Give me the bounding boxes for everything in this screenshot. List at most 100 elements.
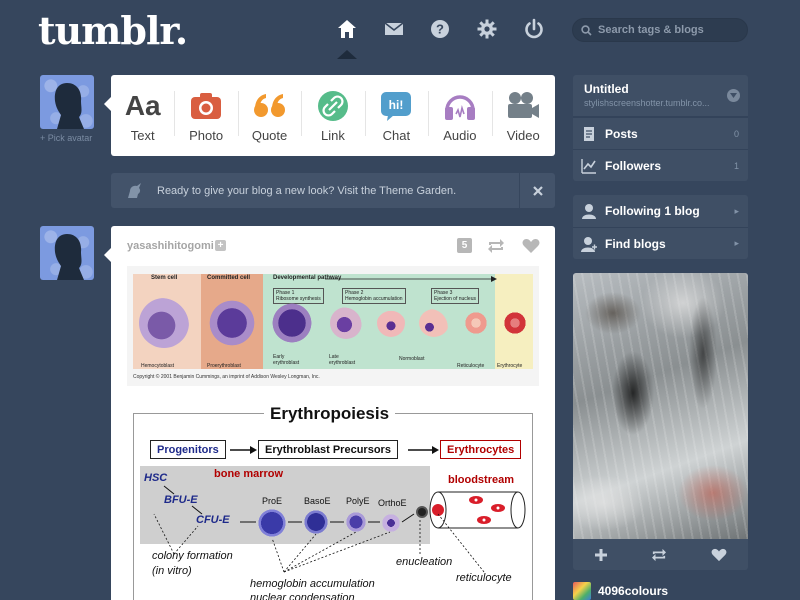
normoblast-cell: [377, 309, 405, 337]
person-icon: [582, 204, 596, 219]
proerythroblast-cell: [209, 300, 255, 346]
post-type-label: Link: [321, 128, 345, 143]
blog-switcher-button[interactable]: [727, 89, 740, 102]
sidebar-item-posts[interactable]: Posts 0: [573, 117, 748, 149]
notice-text[interactable]: Ready to give your blog a new look? Visi…: [157, 185, 456, 197]
post-type-link[interactable]: Link: [301, 75, 364, 156]
close-icon: [532, 185, 543, 196]
erythrocyte-label: Erythrocyte: [497, 363, 523, 369]
radar-user-name[interactable]: 4096colours: [598, 584, 668, 598]
blog-title[interactable]: Untitled: [584, 82, 629, 96]
post-type-video[interactable]: Video: [491, 75, 555, 156]
plus-icon[interactable]: [594, 548, 608, 562]
sidebar-item-label: Following 1 blog: [605, 204, 700, 218]
post-type-chat[interactable]: hi! Chat: [364, 75, 428, 156]
settings-icon[interactable]: [476, 18, 498, 40]
active-nav-caret: [337, 50, 357, 59]
chevron-right-icon: ▸: [734, 238, 739, 248]
post-type-bar: Aa Text Photo Quote Link hi! Chat Audio …: [104, 75, 555, 156]
phase-2-box: Phase 2 Hemoglobin accumulation: [342, 288, 406, 304]
home-icon[interactable]: [336, 18, 358, 40]
follow-button[interactable]: +: [215, 240, 226, 251]
reticulocyte-label-2: reticulocyte: [456, 572, 512, 584]
reblog-icon[interactable]: [650, 548, 668, 562]
like-heart-icon[interactable]: [522, 238, 540, 254]
late-erythroblast-cell: [330, 307, 362, 339]
text-icon: Aa: [124, 90, 161, 121]
sidebar-item-find-blogs[interactable]: Find blogs ▸: [573, 227, 748, 259]
sidebar-item-label: Followers: [605, 158, 662, 173]
search-icon: [581, 24, 592, 36]
link-icon: [317, 91, 348, 121]
notice-close-button[interactable]: [519, 173, 555, 208]
post-type-label: Chat: [382, 128, 411, 143]
colony-formation-label: colony formation: [152, 550, 233, 562]
post-author-avatar[interactable]: [40, 226, 94, 280]
post-type-label: Photo: [189, 128, 224, 143]
svg-text:hi!: hi!: [389, 98, 404, 112]
radar-post: [573, 273, 748, 570]
svg-text:?: ?: [436, 22, 444, 37]
hemocytoblast-cell: [139, 298, 189, 348]
stem-cell-header: Stem cell: [151, 275, 178, 281]
quote-icon: [253, 94, 285, 117]
chevron-right-icon: ▸: [734, 205, 739, 216]
tumblr-logo[interactable]: tumblr.: [38, 8, 188, 53]
note-count[interactable]: 5: [457, 238, 472, 253]
avatar-silhouette-icon: [54, 83, 84, 129]
sidebar-item-followers[interactable]: Followers 1: [573, 149, 748, 181]
chevron-down-icon: [730, 93, 737, 98]
hemoglobin-label: hemoglobin accumulation: [250, 578, 375, 590]
pick-avatar-link[interactable]: + Pick avatar: [40, 133, 92, 143]
blog-header[interactable]: Untitled stylishscreenshotter.tumblr.co.…: [573, 75, 748, 117]
post-type-label: Video: [506, 128, 540, 143]
phase-3-box: Phase 3 Ejection of nucleus: [431, 288, 479, 304]
chat-icon: hi!: [381, 92, 412, 121]
mail-icon[interactable]: [383, 18, 405, 40]
blog-url[interactable]: stylishscreenshotter.tumblr.co...: [584, 98, 710, 108]
radar-user[interactable]: 4096colours: [573, 582, 668, 600]
erythropoiesis-figure-2[interactable]: Erythropoiesis Progenitors Erythroblast …: [133, 404, 533, 600]
enucleation-label: enucleation: [396, 556, 453, 568]
radar-actions: [573, 539, 748, 570]
headphones-icon: [444, 95, 475, 120]
search-input[interactable]: [598, 24, 738, 36]
add-person-icon: [581, 236, 597, 252]
blog-menu: Untitled stylishscreenshotter.tumblr.co.…: [573, 75, 748, 181]
post-type-quote[interactable]: Quote: [237, 75, 301, 156]
help-icon[interactable]: ?: [429, 18, 451, 40]
followers-count: 1: [733, 160, 739, 171]
normoblast-label: Normoblast: [399, 356, 425, 362]
reticulocyte-cell: [465, 312, 487, 334]
power-icon[interactable]: [523, 18, 545, 40]
theme-garden-notice[interactable]: Ready to give your blog a new look? Visi…: [111, 173, 555, 208]
search-box[interactable]: [572, 18, 748, 42]
erythropoiesis-figure-1[interactable]: Stem cell Committed cell Developmental p…: [127, 266, 539, 386]
radar-user-avatar[interactable]: [573, 582, 591, 600]
sidebar-item-following[interactable]: Following 1 blog ▸: [573, 195, 748, 227]
hemocytoblast-label: Hemocytoblast: [141, 363, 175, 369]
post-type-label: Audio: [443, 128, 477, 143]
reticulocyte-label: Reticulocyte: [457, 363, 485, 369]
post-type-label: Quote: [251, 128, 288, 143]
user-avatar[interactable]: [40, 75, 94, 129]
post-author-name[interactable]: yasashihitogomi: [127, 240, 214, 252]
unicorn-icon: [128, 182, 141, 198]
radar-photo[interactable]: [573, 273, 748, 539]
sidebar-item-label: Find blogs: [605, 236, 666, 251]
late-erythroblast-label: Late erythroblast: [329, 354, 356, 366]
phase-1-box: Phase 1 Ribosome synthesis: [273, 288, 324, 304]
in-vitro-label: (in vitro): [152, 565, 192, 577]
early-erythroblast-label: Early erythroblast: [273, 354, 300, 366]
figure-copyright: Copyright © 2001 Benjamin Cummings, an i…: [133, 374, 320, 380]
post-type-text[interactable]: Aa Text: [111, 75, 174, 156]
erythrocyte-cell: [504, 312, 526, 334]
post-type-photo[interactable]: Photo: [174, 75, 237, 156]
sidebar-item-label: Posts: [605, 126, 638, 141]
social-menu: Following 1 blog ▸ Find blogs ▸: [573, 195, 748, 259]
reblog-icon[interactable]: [487, 238, 505, 254]
post-type-audio[interactable]: Audio: [428, 75, 491, 156]
nuclear-condensation-label: nuclear condensation: [250, 592, 355, 600]
like-heart-icon[interactable]: [711, 548, 727, 562]
ejecting-cell: [419, 309, 449, 337]
